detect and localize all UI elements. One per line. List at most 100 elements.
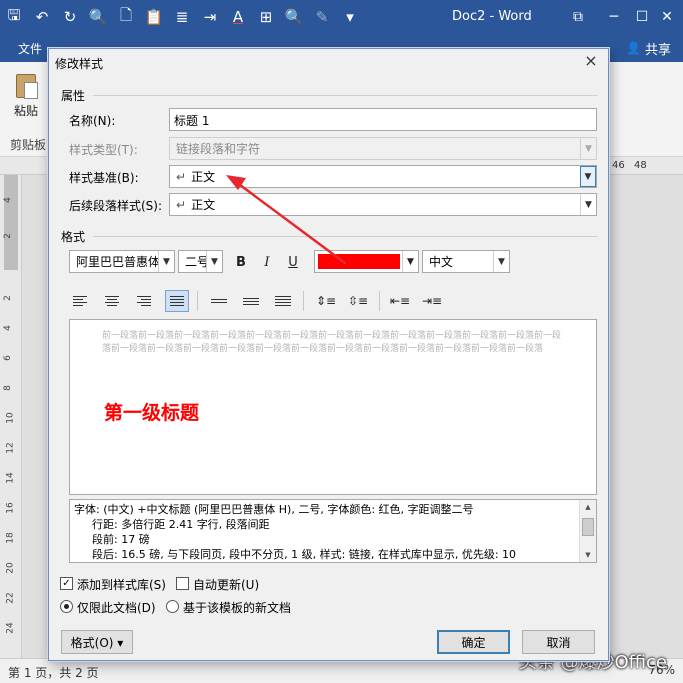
indent-icon[interactable]: ⇥ (196, 0, 224, 34)
properties-section-label: 属性 (61, 89, 86, 103)
paragraph-mark-icon: ↵ (176, 169, 187, 184)
font-select[interactable]: 阿里巴巴普惠体 ▼ (69, 250, 175, 273)
chevron-down-icon[interactable]: ▼ (493, 251, 509, 272)
justify-icon[interactable] (165, 290, 189, 312)
increase-indent-icon[interactable]: ⇥≡ (421, 290, 443, 312)
font-size-select[interactable]: 二号 ▼ (178, 250, 223, 273)
vertical-ruler: 4 2 2 4 6 8 10 12 14 16 18 20 22 24 (0, 175, 22, 658)
description-line: 行距: 多倍行距 2.41 字行, 段落间距 (92, 518, 270, 531)
paste-icon[interactable]: 📋 (140, 0, 168, 34)
save-icon[interactable]: 🖫 (0, 0, 28, 34)
only-this-document-radio[interactable] (60, 600, 73, 613)
ruler-mark: 8 (2, 385, 13, 391)
decrease-spacing-icon[interactable]: ⇳≡ (347, 290, 369, 312)
italic-button[interactable]: I (256, 251, 278, 273)
add-to-gallery-checkbox[interactable]: ✓ (60, 577, 73, 590)
ruler-mark: 14 (5, 472, 16, 484)
decrease-indent-icon[interactable]: ⇤≡ (389, 290, 411, 312)
style-type-label: 样式类型(T): (69, 143, 138, 157)
next-style-select[interactable]: ↵ 正文 ▼ (169, 193, 597, 216)
previous-paragraph-preview: 前一段落前一段落前一段落前一段落前一段落前一段落前一段落前一段落前一段落前一段落… (102, 331, 562, 354)
description-line: 段前: 17 磅 (92, 533, 150, 546)
name-input[interactable]: 标题 1 (169, 108, 597, 131)
toolbar-separator (379, 291, 380, 311)
ruler-mark: 2 (2, 233, 13, 239)
new-document-icon[interactable]: 🗋 (112, 0, 140, 34)
based-on-select[interactable]: ↵ 正文 ▼ (169, 165, 597, 188)
underline-button[interactable]: U (282, 251, 304, 273)
bold-button[interactable]: B (230, 251, 252, 273)
auto-update-label[interactable]: 自动更新(U) (193, 576, 259, 593)
ruler-mark: 16 (5, 502, 16, 514)
ruler-mark: 48 (634, 160, 647, 171)
undo-icon[interactable]: ↶ (28, 0, 56, 34)
ribbon-display-icon[interactable]: ⧉ (560, 0, 596, 34)
single-spacing-icon[interactable] (207, 290, 231, 312)
description-line: 段后: 16.5 磅, 与下段同页, 段中不分页, 1 级, 样式: 链接, 在… (92, 548, 517, 561)
close-window-icon[interactable]: ✕ (652, 0, 682, 34)
auto-update-checkbox[interactable] (176, 577, 189, 590)
ruler-mark: 22 (5, 592, 16, 604)
chevron-down-icon[interactable]: ▼ (206, 251, 222, 272)
minimize-icon[interactable]: ─ (596, 0, 632, 34)
style-type-select: 链接段落和字符 ▼ (169, 137, 597, 160)
document-title: Doc2 - Word (452, 9, 532, 24)
increase-spacing-icon[interactable]: ⇕≡ (315, 290, 337, 312)
maximize-icon[interactable]: ☐ (632, 0, 652, 34)
clipboard-group-label: 剪贴板 (10, 138, 47, 152)
dialog-title: 修改样式 (55, 57, 104, 71)
scroll-thumb[interactable] (582, 518, 594, 536)
section-divider (93, 95, 598, 96)
ruler-mark: 46 (612, 160, 625, 171)
find-icon[interactable]: 🔍 (280, 0, 308, 34)
based-on-value: 正文 (191, 170, 216, 184)
align-right-icon[interactable] (133, 290, 157, 312)
close-icon[interactable]: × (582, 52, 600, 70)
redo-icon[interactable]: ↻ (56, 0, 84, 34)
style-description: 字体: (中文) +中文标题 (阿里巴巴普惠体 H), 二号, 字体颜色: 红色… (69, 499, 597, 563)
ruler-mark: 10 (5, 412, 16, 424)
format-menu-button[interactable]: 格式(O) ▾ (61, 630, 133, 654)
font-value: 阿里巴巴普惠体 (76, 255, 161, 269)
font-color-select[interactable]: ▼ (314, 250, 419, 273)
paste-label: 粘贴 (13, 104, 38, 118)
ok-button[interactable]: 确定 (437, 630, 510, 654)
print-preview-icon[interactable]: 🔍 (84, 0, 112, 34)
paste-button[interactable]: 粘贴 (8, 70, 44, 119)
customize-qat-icon[interactable]: ▾ (336, 0, 364, 34)
cancel-button[interactable]: 取消 (522, 630, 595, 654)
paragraph-icon[interactable]: ≣ (168, 0, 196, 34)
chevron-down-icon[interactable]: ▼ (402, 251, 418, 272)
clipboard-icon (12, 70, 40, 100)
one-half-spacing-icon[interactable] (239, 290, 263, 312)
draw-icon[interactable]: ✎ (308, 0, 336, 34)
chevron-down-icon[interactable]: ▼ (580, 166, 596, 187)
only-this-document-label[interactable]: 仅限此文档(D) (77, 599, 156, 616)
based-on-label: 样式基准(B): (69, 171, 139, 185)
chevron-down-icon[interactable]: ▼ (580, 194, 596, 215)
align-center-icon[interactable] (101, 290, 125, 312)
new-documents-label[interactable]: 基于该模板的新文档 (183, 599, 291, 616)
description-scrollbar[interactable]: ▲ ▼ (579, 500, 596, 562)
table-icon[interactable]: ⊞ (252, 0, 280, 34)
scroll-down-icon[interactable]: ▼ (580, 548, 596, 562)
page-count[interactable]: 第 1 页，共 2 页 (8, 664, 99, 681)
tab-file[interactable]: 文件 (18, 40, 42, 57)
align-left-icon[interactable] (69, 290, 93, 312)
style-type-value: 链接段落和字符 (176, 142, 261, 156)
script-select[interactable]: 中文 ▼ (422, 250, 510, 273)
ruler-mark: 12 (5, 442, 16, 454)
ruler-mark: 4 (2, 197, 13, 203)
share-button[interactable]: 👤 共享 (620, 37, 677, 59)
scroll-up-icon[interactable]: ▲ (580, 500, 596, 514)
ruler-mark: 20 (5, 562, 16, 574)
chevron-down-icon[interactable]: ▼ (158, 251, 174, 272)
add-to-gallery-label[interactable]: 添加到样式库(S) (77, 576, 166, 593)
description-line: 字体: (中文) +中文标题 (阿里巴巴普惠体 H), 二号, 字体颜色: 红色… (74, 503, 474, 516)
double-spacing-icon[interactable] (271, 290, 295, 312)
font-color-icon[interactable]: A (224, 0, 252, 34)
new-documents-radio[interactable] (166, 600, 179, 613)
ruler-mark: 18 (5, 532, 16, 544)
toolbar-separator (197, 291, 198, 311)
modify-style-dialog: 修改样式 × 属性 名称(N): 标题 1 样式类型(T): 链接段落和字符 ▼… (48, 48, 609, 661)
